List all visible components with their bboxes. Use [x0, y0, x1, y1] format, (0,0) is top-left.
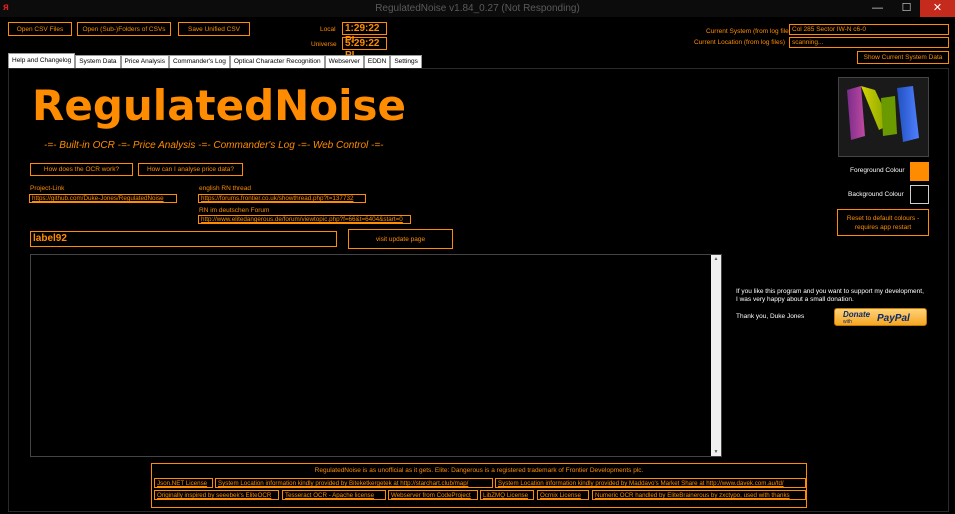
tab-webserver[interactable]: Webserver: [324, 55, 364, 69]
app-name-heading: RegulatedNoise: [32, 81, 407, 130]
starchart-credit-link[interactable]: System Location information kindly provi…: [215, 478, 493, 488]
m-logo-icon: [847, 86, 919, 142]
how-analyse-prices-button[interactable]: How can I analyse price data?: [138, 163, 243, 176]
tab-settings[interactable]: Settings: [390, 55, 422, 69]
footer-credits: RegulatedNoise is as unofficial as it ge…: [151, 463, 807, 508]
window-title: RegulatedNoise v1.84_0.27 (Not Respondin…: [375, 3, 580, 14]
paypal-donate-button[interactable]: Donate with PayPal: [834, 308, 927, 326]
tab-system-data[interactable]: System Data: [75, 55, 121, 69]
title-bar: ᴙ RegulatedNoise v1.84_0.27 (Not Respond…: [0, 0, 955, 17]
paypal-logo: PayPal: [877, 313, 910, 324]
english-thread-label: english RN thread: [199, 185, 252, 192]
english-thread-link-text: https://forums.frontier.co.uk/showthread…: [201, 195, 354, 202]
reset-colours-line1: Reset to default colours -: [846, 214, 920, 222]
local-time-label: Local: [320, 26, 336, 33]
minimize-button[interactable]: —: [862, 0, 893, 17]
paypal-donate-text: Donate: [843, 310, 871, 319]
current-location-field: scanning...: [789, 37, 949, 48]
local-time-value: 1:29:22 PI: [342, 22, 387, 46]
close-button[interactable]: ✕: [920, 0, 955, 17]
donation-text-line1: If you like this program and you want to…: [736, 288, 924, 295]
webserver-credit-link[interactable]: Webserver from CodeProject: [388, 490, 478, 500]
save-unified-csv-button[interactable]: Save Unified CSV: [178, 22, 250, 36]
feature-tagline: -=- Built-in OCR -=- Price Analysis -=- …: [44, 140, 384, 151]
show-current-system-button[interactable]: Show Current System Data: [857, 51, 949, 64]
scroll-up-icon[interactable]: ▲: [711, 255, 721, 263]
current-location-label: Current Location (from log files): [694, 39, 786, 46]
donation-text-line2: I was very happy about a small donation.: [736, 296, 854, 303]
tesseract-license-link[interactable]: Tesseract OCR - Apache license: [282, 490, 386, 500]
project-link[interactable]: https://github.com/Duke-Jones/RegulatedN…: [29, 194, 177, 203]
english-thread-link[interactable]: https://forums.frontier.co.uk/showthread…: [198, 194, 366, 203]
disclaimer-text: RegulatedNoise is as unofficial as it ge…: [314, 467, 644, 474]
brainerous-credit-link[interactable]: Numeric OCR handled by EliteBrainerous b…: [592, 490, 806, 500]
tab-strip: Help and Changelog System Data Price Ana…: [8, 53, 422, 69]
paypal-with-text: with: [843, 319, 852, 325]
thanks-text: Thank you, Duke Jones: [736, 313, 805, 320]
tab-price-analysis[interactable]: Price Analysis: [120, 55, 169, 69]
changelog-scrollbar[interactable]: ▲ ▼: [711, 255, 721, 456]
changelog-textbox[interactable]: [30, 254, 722, 457]
open-subfolders-button[interactable]: Open (Sub-)Folders of CSVs: [77, 22, 171, 36]
app-logo-image: [838, 77, 929, 157]
how-ocr-works-button[interactable]: How does the OCR work?: [30, 163, 133, 176]
background-colour-label: Background Colour: [848, 191, 904, 198]
german-thread-link-text: http://www.elitedangerous.de/forum/viewt…: [201, 216, 403, 223]
version-label: label92: [30, 231, 337, 247]
universe-time-label: Universe: [311, 41, 337, 48]
libzmq-license-link[interactable]: LibZMQ License: [480, 490, 534, 500]
current-system-label: Current System (from log files): [706, 28, 795, 35]
ocrnix-license-link[interactable]: Ocrnix License: [537, 490, 589, 500]
reset-colours-line2: requires app restart: [854, 223, 912, 231]
german-thread-link[interactable]: http://www.elitedangerous.de/forum/viewt…: [198, 215, 411, 224]
maddavo-credit-link[interactable]: System Location information kindly provi…: [495, 478, 806, 488]
current-system-field: Col 285 Sector IW-N c6-0: [789, 24, 949, 35]
open-csv-files-button[interactable]: Open CSV Files: [8, 22, 72, 36]
background-colour-swatch[interactable]: [910, 185, 929, 204]
foreground-colour-swatch[interactable]: [910, 162, 929, 181]
json-net-license-link[interactable]: Json.NET License: [154, 478, 213, 488]
german-thread-label: RN im deutschen Forum: [199, 207, 270, 214]
reset-colours-button[interactable]: Reset to default colours - requires app …: [837, 209, 929, 236]
project-link-text: https://github.com/Duke-Jones/RegulatedN…: [32, 195, 164, 202]
tab-eddn[interactable]: EDDN: [363, 55, 391, 69]
maximize-button[interactable]: ☐: [893, 0, 920, 17]
universe-time-value: 5:29:22 PI: [342, 37, 387, 61]
tab-commanders-log[interactable]: Commander's Log: [168, 55, 230, 69]
project-link-label: Project-Link: [30, 185, 65, 192]
scroll-down-icon[interactable]: ▼: [711, 448, 721, 456]
tab-help-changelog[interactable]: Help and Changelog: [8, 53, 76, 69]
visit-update-page-button[interactable]: visit update page: [348, 229, 453, 249]
tab-ocr[interactable]: Optical Character Recognition: [229, 55, 325, 69]
foreground-colour-label: Foreground Colour: [850, 167, 905, 174]
eliteocr-credit-link[interactable]: Originally inspired by seeebek's EliteOC…: [154, 490, 279, 500]
